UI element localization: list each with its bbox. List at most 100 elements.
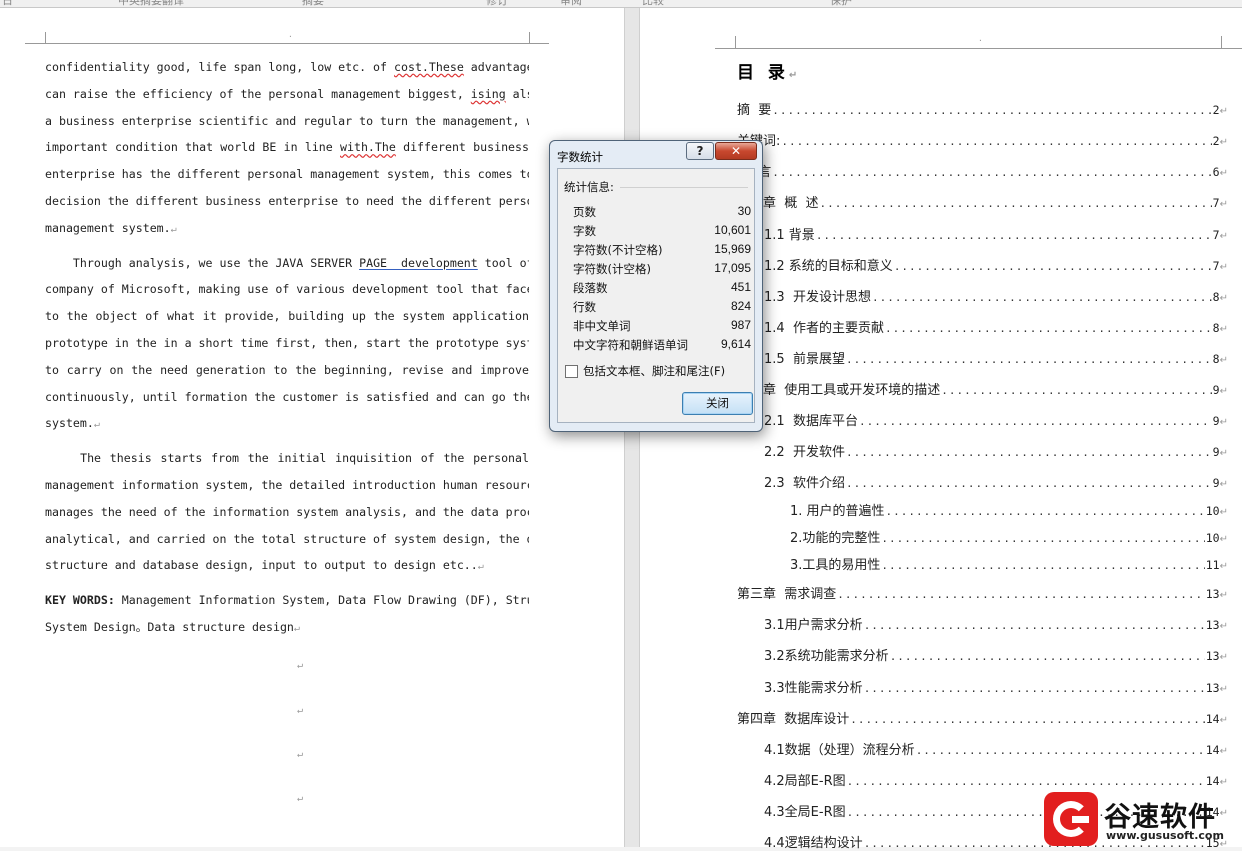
- spelling-error[interactable]: ising: [471, 87, 506, 101]
- help-button[interactable]: ?: [686, 142, 714, 160]
- toc-entry[interactable]: 1.4 作者的主要贡献.............................…: [764, 317, 1228, 336]
- toc-entry[interactable]: 第二章 使用工具或开发环境的描述........................…: [737, 379, 1228, 398]
- text-run: can raise the efficiency of the personal…: [45, 86, 471, 101]
- toc-entry-label: 4.3全局E-R图: [764, 805, 846, 820]
- toc-entry[interactable]: 4.2局部E-R图...............................…: [764, 770, 1228, 789]
- text-line: a business enterprise scientific and reg…: [45, 113, 529, 128]
- toc-page-number: 11: [1205, 558, 1220, 572]
- margin-corner: [715, 48, 735, 49]
- toc-entry-label: 3.2系统功能需求分析: [764, 649, 889, 664]
- text-run: important condition that world BE in lin…: [45, 140, 340, 155]
- toc-leader-dots: ........................................…: [772, 166, 1211, 179]
- stat-label: 字数: [573, 224, 596, 238]
- toc-entry[interactable]: 1.2 系统的目标和意义............................…: [764, 255, 1228, 274]
- text-run: structure and database design, input to …: [45, 558, 478, 573]
- paragraph-mark: ↵: [297, 705, 304, 716]
- brand-g-icon: [1044, 792, 1098, 846]
- dialog-title: 字数统计: [557, 150, 603, 164]
- ribbon-item[interactable]: 中英摘要翻译: [118, 0, 184, 7]
- toc-entry-label: 2.2 开发软件: [764, 445, 845, 460]
- text-line: to carry on the need generation to the b…: [45, 362, 529, 377]
- ribbon-item[interactable]: 日: [2, 0, 13, 7]
- ribbon-item[interactable]: 摘要: [302, 0, 324, 7]
- text-line: prototype in the in a short time first, …: [45, 335, 529, 350]
- toc-page-number: 13: [1205, 587, 1220, 601]
- margin-corner: [25, 43, 45, 44]
- stat-row: 页数 30: [573, 204, 755, 221]
- toc-entry[interactable]: 3.工具的易用性................................…: [790, 554, 1228, 573]
- grammar-flag[interactable]: PAGE development: [359, 256, 478, 270]
- text-run: confidentiality good, life span long, lo…: [45, 60, 395, 74]
- margin-corner: [45, 32, 46, 44]
- stat-value: 451: [730, 280, 751, 294]
- paragraph-mark: ↵: [1219, 417, 1228, 428]
- text-run: Through analysis, we use the JAVA SERVER: [45, 255, 360, 270]
- group-divider: [620, 187, 748, 188]
- stat-row: 字符数(不计空格) 15,969: [573, 242, 755, 259]
- paragraph-mark: ↵: [1219, 355, 1228, 366]
- toc-entry-label: 1. 用户的普遍性: [790, 504, 885, 519]
- spelling-error[interactable]: with.The: [340, 140, 396, 154]
- toc-entry[interactable]: 1.5 前景展望................................…: [764, 348, 1228, 367]
- close-button[interactable]: 关闭: [682, 392, 753, 415]
- ribbon-item[interactable]: 比较: [642, 0, 664, 7]
- toc-leader-dots: ........................................…: [884, 322, 1212, 335]
- text-run: also: [512, 86, 529, 101]
- ribbon-item[interactable]: 保护: [830, 0, 852, 7]
- header-line: [735, 48, 1221, 49]
- toc-page-number: 14: [1205, 774, 1220, 788]
- stat-value: 17,095: [714, 261, 751, 275]
- toc-entry[interactable]: 关键词:....................................…: [737, 130, 1228, 149]
- ribbon-item[interactable]: 修订: [486, 0, 508, 7]
- toc-entry[interactable]: 2.3 软件介绍................................…: [764, 472, 1228, 491]
- toc-page-number: 14: [1205, 743, 1220, 757]
- toc-entry-label: 1.1 背景: [764, 228, 815, 243]
- toc-entry[interactable]: 2.1 数据库平台...............................…: [764, 410, 1228, 429]
- toc-entry-label: 1.3 开发设计思想: [764, 290, 871, 305]
- paragraph-mark: ↵: [1219, 168, 1228, 179]
- toc-entry-label: 1.4 作者的主要贡献: [764, 321, 884, 336]
- toc-entry-label: 第二章 使用工具或开发环境的描述: [737, 383, 941, 398]
- checkbox-box[interactable]: [565, 364, 578, 378]
- toc-entry[interactable]: 3.2系统功能需求分析.............................…: [764, 645, 1228, 664]
- toc-entry[interactable]: 3.1用户需求分析...............................…: [764, 614, 1228, 633]
- toc-entry[interactable]: 引 言.....................................…: [737, 161, 1228, 180]
- document-body-text[interactable]: confidentiality good, life span long, lo…: [45, 54, 529, 641]
- close-icon[interactable]: ✕: [715, 142, 757, 160]
- margin-corner: [1221, 48, 1242, 49]
- statistics-group-label: 统计信息:: [564, 180, 614, 194]
- toc-entry[interactable]: 4.1数据（处理）流程分析...........................…: [764, 739, 1228, 758]
- toc-entry[interactable]: 3.3性能需求分析...............................…: [764, 677, 1228, 696]
- toc-entry[interactable]: 1.3 开发设计思想..............................…: [764, 286, 1228, 305]
- text-line: to the object of what it provide, buildi…: [45, 309, 529, 324]
- toc-entry[interactable]: 2.2 开发软件................................…: [764, 441, 1228, 460]
- spelling-error[interactable]: cost.These: [394, 60, 464, 74]
- ribbon-item[interactable]: 审阅: [560, 0, 582, 7]
- toc-page-number: 9: [1212, 445, 1220, 459]
- toc-entry-label: 3.工具的易用性: [790, 558, 881, 573]
- text-line: enterprise has the different personal ma…: [45, 167, 529, 182]
- toc-entry[interactable]: 摘 要.....................................…: [737, 99, 1228, 118]
- toc-entry[interactable]: 2.功能的完整性................................…: [790, 527, 1228, 546]
- toc-entry[interactable]: 第三章 需求调查................................…: [737, 583, 1228, 602]
- paragraph-mark: ↵: [788, 70, 798, 81]
- paragraph-mark: ↵: [1219, 293, 1228, 304]
- toc-leader-dots: ........................................…: [881, 532, 1205, 545]
- stat-value: 824: [730, 299, 751, 313]
- stat-value: 987: [730, 318, 751, 332]
- stat-label: 行数: [573, 300, 596, 314]
- toc-entry[interactable]: 1.1 背景..................................…: [764, 224, 1228, 243]
- paragraph-mark: ↵: [1219, 684, 1228, 695]
- toc-entry-label: 4.1数据（处理）流程分析: [764, 743, 915, 758]
- margin-corner: [735, 36, 736, 48]
- toc-page-number: 8: [1212, 352, 1220, 366]
- stat-label: 段落数: [573, 281, 608, 295]
- toc-entry[interactable]: 第一章 概 述.................................…: [737, 192, 1228, 211]
- dialog-body: 统计信息: 页数 30 字数 10,601 字符数(不计空格) 15,969 字符数(计空格…: [557, 168, 755, 423]
- toc-entry[interactable]: 第四章 数据库设计...............................…: [737, 708, 1228, 727]
- include-textboxes-checkbox[interactable]: 包括文本框、脚注和尾注(F): [565, 363, 725, 379]
- toc-entry-label: 3.3性能需求分析: [764, 681, 863, 696]
- toc-entry-label: 3.1用户需求分析: [764, 618, 863, 633]
- toc-entry[interactable]: 1. 用户的普遍性...............................…: [790, 500, 1228, 519]
- paragraph-mark: ↵: [1219, 715, 1228, 726]
